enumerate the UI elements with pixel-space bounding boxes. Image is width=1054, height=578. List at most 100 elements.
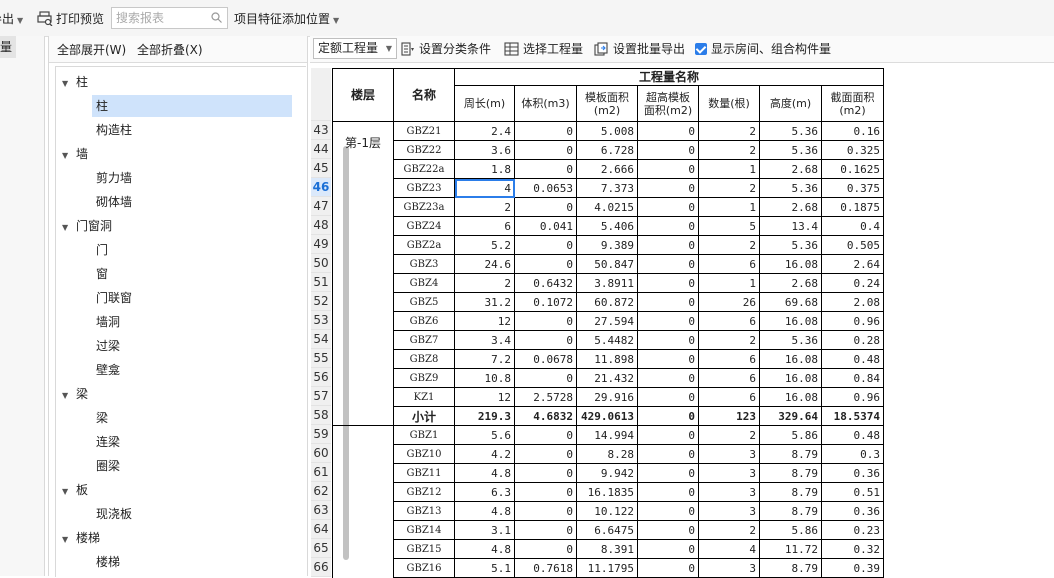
value-cell[interactable]: 0 bbox=[514, 482, 577, 502]
value-cell[interactable]: 6 bbox=[698, 387, 760, 407]
row-number[interactable]: 43 bbox=[311, 121, 331, 140]
value-cell[interactable]: 3.8911 bbox=[576, 273, 638, 293]
tree-collapse-icon[interactable]: ▼ bbox=[62, 73, 76, 95]
row-number[interactable]: 49 bbox=[311, 235, 331, 254]
value-cell[interactable]: 8.79 bbox=[759, 482, 822, 502]
value-cell[interactable]: 329.64 bbox=[759, 406, 822, 426]
value-cell[interactable]: 0.84 bbox=[821, 368, 884, 388]
value-cell[interactable]: 0.0678 bbox=[514, 349, 577, 369]
value-cell[interactable]: 219.3 bbox=[454, 406, 515, 426]
row-number[interactable]: 54 bbox=[311, 330, 331, 349]
value-cell[interactable]: 5 bbox=[698, 216, 760, 236]
table-row[interactable]: GBZ16 5.1 0.7618 11.1795 0 3 8.79 0.39 bbox=[332, 558, 884, 578]
value-cell[interactable]: 14.994 bbox=[576, 425, 638, 445]
value-cell[interactable]: 0 bbox=[637, 330, 699, 350]
quantity-mode-select[interactable]: 定额工程量 ▼ bbox=[313, 38, 397, 59]
value-cell[interactable]: 0.96 bbox=[821, 387, 884, 407]
table-row[interactable]: GBZ9 10.8 0 21.432 0 6 16.08 0.84 bbox=[333, 368, 884, 388]
value-cell[interactable]: 16.1835 bbox=[576, 482, 638, 502]
value-cell[interactable]: 0.96 bbox=[821, 311, 884, 331]
value-cell[interactable]: 0 bbox=[637, 501, 699, 521]
table-row[interactable]: GBZ8 7.2 0.0678 11.898 0 6 16.08 0.48 bbox=[333, 349, 884, 369]
value-cell[interactable]: 0.32 bbox=[821, 539, 884, 559]
value-cell[interactable]: 5.36 bbox=[759, 178, 822, 198]
value-cell[interactable]: 8.391 bbox=[576, 539, 638, 559]
value-cell[interactable]: 0 bbox=[637, 406, 699, 426]
table-row[interactable]: GBZ15 4.8 0 8.391 0 4 11.72 0.32 bbox=[332, 539, 884, 559]
value-cell[interactable]: 0 bbox=[637, 121, 699, 141]
subtotal-row[interactable]: 小计 219.3 4.6832 429.0613 0 123 329.64 18.5374 bbox=[333, 406, 884, 426]
value-cell[interactable]: 0.36 bbox=[821, 501, 884, 521]
value-cell[interactable]: 12 bbox=[454, 311, 515, 331]
value-cell[interactable]: 2.5728 bbox=[514, 387, 577, 407]
row-number[interactable]: 55 bbox=[311, 349, 331, 368]
tree-leaf-node[interactable]: 窗 bbox=[92, 263, 108, 285]
row-number[interactable]: 57 bbox=[311, 387, 331, 406]
value-cell[interactable]: 11.1795 bbox=[576, 558, 638, 578]
value-cell[interactable]: 0 bbox=[637, 368, 699, 388]
value-cell[interactable]: 4.8 bbox=[454, 539, 515, 559]
value-cell[interactable]: 5.36 bbox=[759, 140, 822, 160]
tree-leaf-node[interactable]: 构造柱 bbox=[92, 119, 132, 141]
value-cell[interactable]: 18.5374 bbox=[821, 406, 884, 426]
value-cell[interactable]: 16.08 bbox=[759, 311, 822, 331]
table-row[interactable]: GBZ23 4 0.0653 7.373 0 2 5.36 0.375 bbox=[333, 178, 884, 198]
value-cell[interactable]: 0.28 bbox=[821, 330, 884, 350]
value-cell[interactable]: 1 bbox=[698, 273, 760, 293]
value-cell[interactable]: 0 bbox=[637, 539, 699, 559]
value-cell[interactable]: 0 bbox=[514, 368, 577, 388]
value-cell[interactable]: 123 bbox=[698, 406, 760, 426]
value-cell[interactable]: 0 bbox=[514, 501, 577, 521]
value-cell[interactable]: 0.325 bbox=[821, 140, 884, 160]
value-cell[interactable]: 21.432 bbox=[576, 368, 638, 388]
value-cell[interactable]: 3 bbox=[698, 463, 760, 483]
value-cell[interactable]: 0.48 bbox=[821, 425, 884, 445]
row-number[interactable]: 64 bbox=[311, 520, 331, 539]
left-panel-tab[interactable]: 量 bbox=[0, 36, 16, 58]
table-row[interactable]: GBZ22 3.6 0 6.728 0 2 5.36 0.325 bbox=[333, 140, 884, 160]
value-cell[interactable]: 2.68 bbox=[759, 273, 822, 293]
value-cell[interactable]: 6 bbox=[698, 368, 760, 388]
value-cell[interactable]: 0 bbox=[514, 539, 577, 559]
table-row[interactable]: GBZ23a 2 0 4.0215 0 1 2.68 0.1875 bbox=[333, 197, 884, 217]
value-cell[interactable]: 3 bbox=[698, 482, 760, 502]
table-row[interactable]: GBZ7 3.4 0 5.4482 0 2 5.36 0.28 bbox=[333, 330, 884, 350]
value-cell[interactable]: 0 bbox=[637, 178, 699, 198]
row-number[interactable]: 61 bbox=[311, 463, 331, 482]
value-cell[interactable]: 11.898 bbox=[576, 349, 638, 369]
value-cell[interactable]: 2 bbox=[698, 121, 760, 141]
value-cell[interactable]: 0 bbox=[514, 444, 577, 464]
value-cell[interactable]: 4.0215 bbox=[576, 197, 638, 217]
value-cell[interactable]: 3 bbox=[698, 558, 760, 578]
tree-group-node[interactable]: ▼ 柱 bbox=[62, 71, 88, 93]
row-number[interactable]: 65 bbox=[311, 539, 331, 558]
value-cell[interactable]: 8.79 bbox=[759, 501, 822, 521]
value-cell[interactable]: 4.8 bbox=[454, 501, 515, 521]
value-cell[interactable]: 0 bbox=[514, 197, 577, 217]
value-cell[interactable]: 1 bbox=[698, 197, 760, 217]
row-number[interactable]: 59 bbox=[311, 425, 331, 444]
value-cell[interactable]: 5.36 bbox=[759, 235, 822, 255]
row-number[interactable]: 47 bbox=[311, 197, 331, 216]
value-cell[interactable]: 60.872 bbox=[576, 292, 638, 312]
value-cell[interactable]: 5.36 bbox=[759, 121, 822, 141]
tree-leaf-node[interactable]: 砌体墙 bbox=[92, 191, 132, 213]
table-row[interactable]: GBZ22a 1.8 0 2.666 0 1 2.68 0.1625 bbox=[333, 159, 884, 179]
tree-leaf-node[interactable]: 过梁 bbox=[92, 335, 120, 357]
table-row[interactable]: GBZ1 5.6 0 14.994 0 2 5.86 0.48 bbox=[332, 425, 884, 445]
value-cell[interactable]: 5.1 bbox=[454, 558, 515, 578]
value-cell[interactable]: 1 bbox=[698, 159, 760, 179]
value-cell[interactable]: 0 bbox=[637, 520, 699, 540]
value-cell[interactable]: 0 bbox=[637, 463, 699, 483]
table-row[interactable]: GBZ13 4.8 0 10.122 0 3 8.79 0.36 bbox=[332, 501, 884, 521]
value-cell[interactable]: 4 bbox=[698, 539, 760, 559]
value-cell[interactable]: 16.08 bbox=[759, 368, 822, 388]
value-cell[interactable]: 0.041 bbox=[514, 216, 577, 236]
value-cell[interactable]: 2 bbox=[698, 140, 760, 160]
value-cell[interactable]: 16.08 bbox=[759, 254, 822, 274]
value-cell[interactable]: 12 bbox=[454, 387, 515, 407]
value-cell[interactable]: 2 bbox=[698, 330, 760, 350]
value-cell[interactable]: 8.28 bbox=[576, 444, 638, 464]
row-number[interactable]: 45 bbox=[311, 159, 331, 178]
value-cell[interactable]: 69.68 bbox=[759, 292, 822, 312]
